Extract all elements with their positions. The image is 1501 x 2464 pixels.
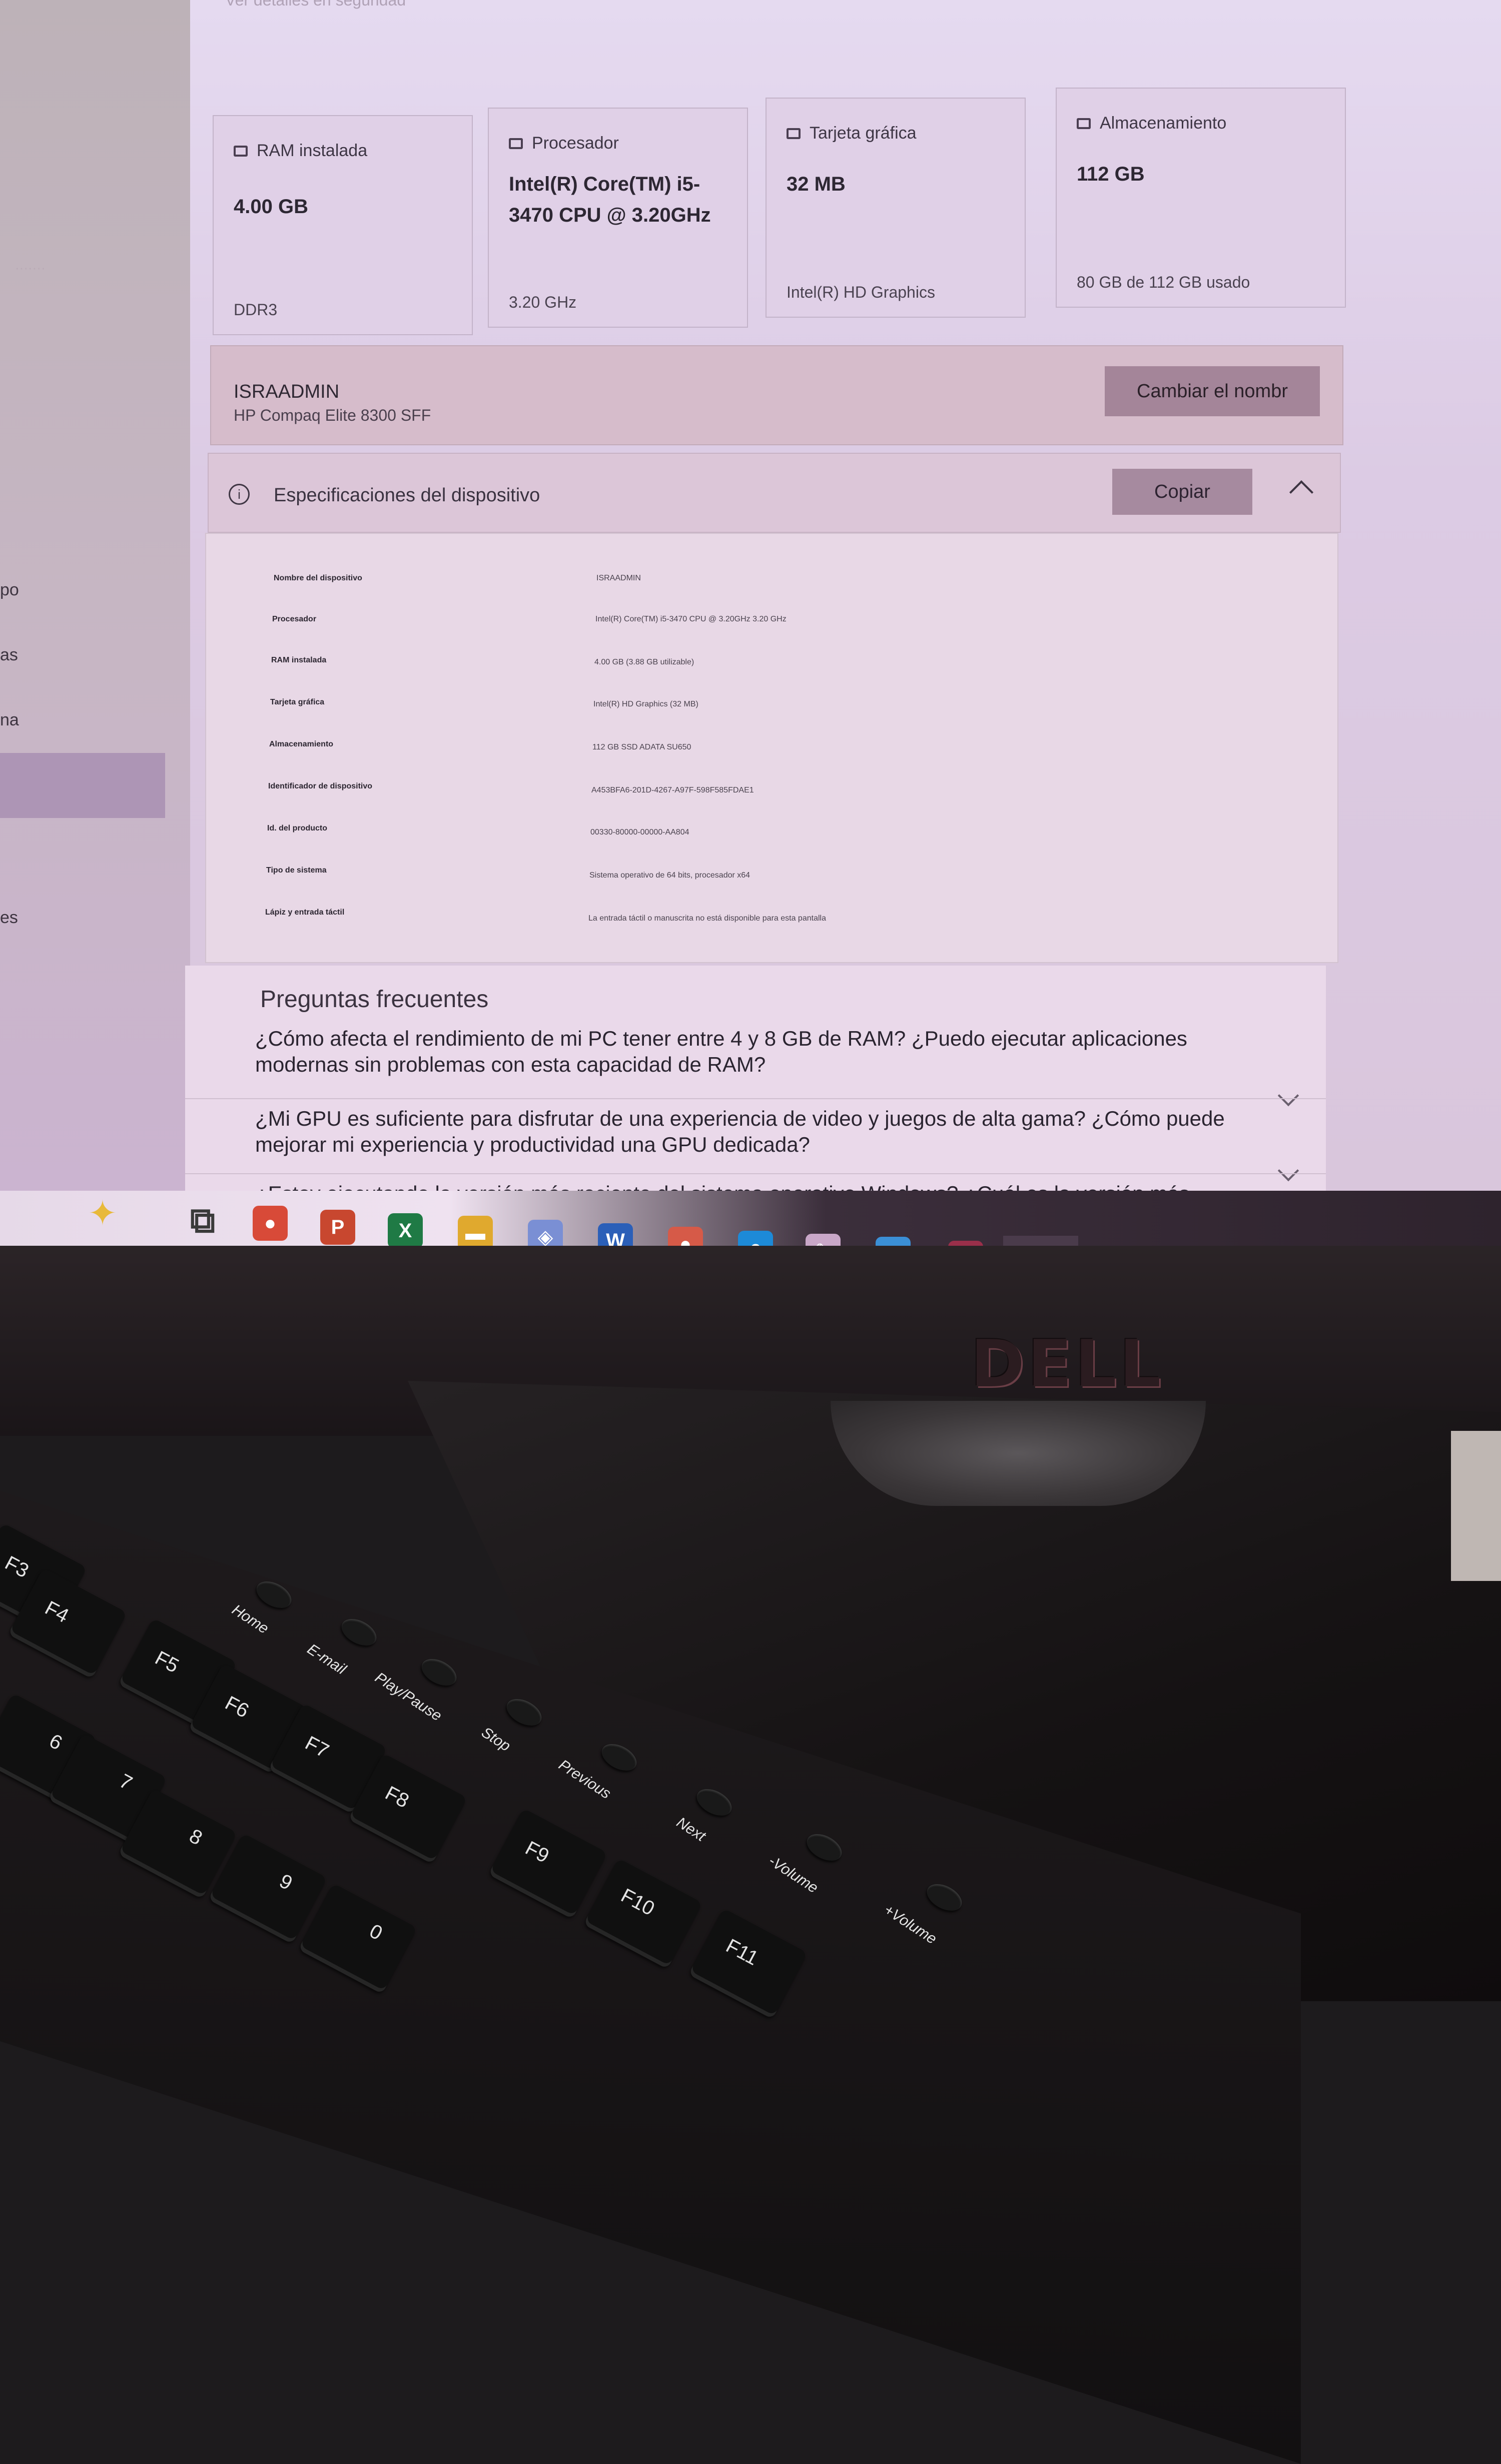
ram-card: RAM instalada 4.00 GB DDR3 <box>213 115 473 335</box>
spec-value: 00330-80000-00000-AA804 <box>590 828 689 837</box>
storage-icon <box>1077 118 1091 129</box>
card-value: 112 GB <box>1077 163 1145 185</box>
spec-label: Id. del producto <box>267 824 327 833</box>
card-sub: Intel(R) HD Graphics <box>787 283 935 301</box>
spec-value: Sistema operativo de 64 bits, procesador… <box>589 871 750 880</box>
faq-divider <box>185 1173 1326 1174</box>
spec-label: Almacenamiento <box>269 740 334 748</box>
faq-item[interactable]: ¿Mi GPU es suficiente para disfrutar de … <box>255 1106 1256 1158</box>
faq-item[interactable]: ¿Cómo afecta el rendimiento de mi PC ten… <box>255 1026 1256 1078</box>
chrome-icon[interactable]: ● <box>253 1206 288 1241</box>
spec-label: Identificador de dispositivo <box>268 782 373 790</box>
card-title: Almacenamiento <box>1100 114 1227 133</box>
card-value: Intel(R) Core(TM) i5-3470 CPU @ 3.20GHz <box>509 173 711 226</box>
card-sub: 3.20 GHz <box>509 293 577 311</box>
card-value: 4.00 GB <box>234 196 308 218</box>
spec-label: Nombre del dispositivo <box>274 574 362 582</box>
sidebar-item-3[interactable]: na <box>0 710 19 730</box>
security-details-link[interactable]: Ver detalles en seguridad <box>225 0 406 10</box>
sidebar-item-4[interactable]: es <box>0 908 18 928</box>
spec-value: La entrada táctil o manuscrita no está d… <box>588 914 826 923</box>
device-name: ISRAADMIN <box>234 381 340 402</box>
spec-label: RAM instalada <box>271 656 327 664</box>
card-title: Procesador <box>532 134 619 153</box>
spec-label: Tipo de sistema <box>266 866 327 875</box>
copilot-icon[interactable]: ✦ <box>85 1194 120 1233</box>
card-value: 32 MB <box>787 173 846 195</box>
dell-logo: DELL <box>971 1326 1164 1402</box>
spec-value: 112 GB SSD ADATA SU650 <box>592 743 691 751</box>
info-icon: i <box>229 484 250 505</box>
monitor-stand-neck <box>831 1401 1206 1506</box>
faq-section: Preguntas frecuentes ¿Cómo afecta el ren… <box>185 966 1326 1216</box>
spec-value: A453BFA6-201D-4267-A97F-598F585FDAE1 <box>591 786 754 794</box>
card-sub: DDR3 <box>234 301 278 319</box>
powerpoint-icon[interactable]: P <box>320 1210 355 1245</box>
excel-icon[interactable]: X <box>388 1213 423 1248</box>
device-model: HP Compaq Elite 8300 SFF <box>234 406 431 424</box>
desk-surface <box>1451 1431 1501 1581</box>
device-specs-title: Especificaciones del dispositivo <box>274 485 540 506</box>
storage-card: Almacenamiento 112 GB 80 GB de 112 GB us… <box>1056 88 1346 308</box>
spec-value: ISRAADMIN <box>596 574 641 582</box>
spec-label: Tarjeta gráfica <box>270 698 325 706</box>
spec-label: Procesador <box>272 615 317 623</box>
taskbar-active-highlight <box>1003 1236 1078 1246</box>
card-sub: 80 GB de 112 GB usado <box>1077 273 1250 291</box>
spec-label: Lápiz y entrada táctil <box>265 908 345 917</box>
sidebar-faded-text: ······· <box>15 260 46 275</box>
spec-value: Intel(R) Core(TM) i5-3470 CPU @ 3.20GHz … <box>595 615 787 623</box>
chevron-up-icon[interactable] <box>1289 480 1314 505</box>
processor-icon <box>509 138 523 149</box>
faq-divider <box>185 1098 1326 1099</box>
device-specs-header[interactable]: i Especificaciones del dispositivo Copia… <box>208 453 1341 533</box>
task-view-icon[interactable]: ⧉ <box>185 1201 220 1240</box>
rename-button[interactable]: Cambiar el nombr <box>1105 366 1320 416</box>
ram-icon <box>234 145 248 157</box>
copy-button[interactable]: Copiar <box>1112 469 1252 515</box>
faq-title: Preguntas frecuentes <box>260 986 489 1013</box>
spec-value: 4.00 GB (3.88 GB utilizable) <box>594 658 694 666</box>
sidebar-item-2[interactable]: as <box>0 645 18 665</box>
graphics-card-icon <box>787 128 801 139</box>
monitor-screen: ······· po as na es Ver detalles en segu… <box>0 0 1501 1246</box>
card-title: RAM instalada <box>257 141 368 160</box>
device-specs-body: Nombre del dispositivo ISRAADMIN Procesa… <box>205 533 1338 963</box>
chevron-down-icon[interactable] <box>1277 1085 1299 1107</box>
chevron-down-icon[interactable] <box>1277 1160 1299 1182</box>
processor-card: Procesador Intel(R) Core(TM) i5-3470 CPU… <box>488 108 748 328</box>
sidebar-item-active[interactable] <box>0 753 165 818</box>
sidebar-item-1[interactable]: po <box>0 580 19 600</box>
spec-value: Intel(R) HD Graphics (32 MB) <box>593 700 698 708</box>
settings-sidebar: ······· po as na es <box>0 0 190 1191</box>
card-title: Tarjeta gráfica <box>810 124 917 143</box>
device-name-strip: ISRAADMIN HP Compaq Elite 8300 SFF Cambi… <box>210 345 1343 445</box>
graphics-card: Tarjeta gráfica 32 MB Intel(R) HD Graphi… <box>766 98 1026 318</box>
